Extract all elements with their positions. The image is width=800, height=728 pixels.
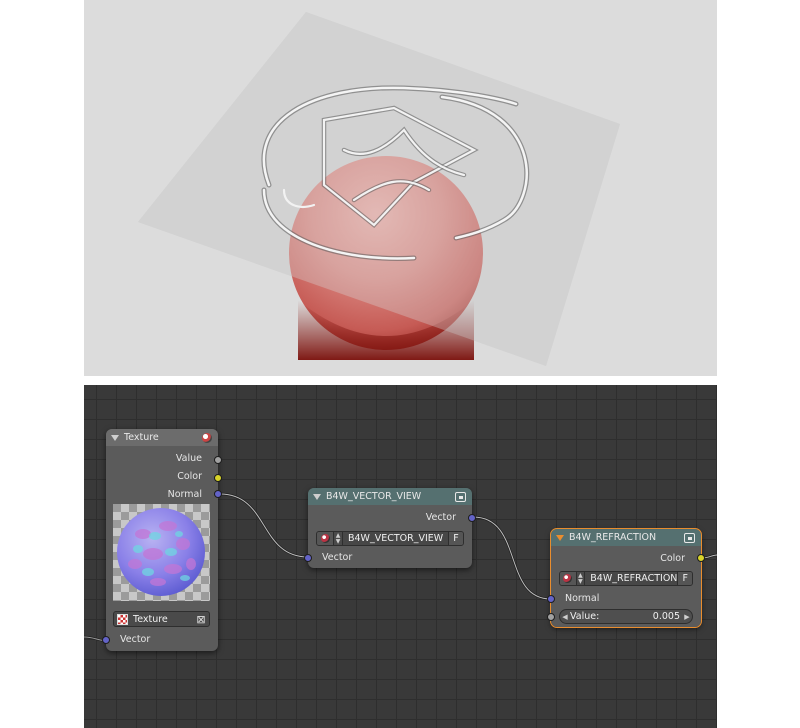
node-title: B4W_VECTOR_VIEW	[326, 491, 422, 502]
browse-arrows-icon[interactable]: ▲ ▼	[334, 532, 343, 545]
value-number[interactable]: 0.005	[653, 611, 680, 622]
node-group-icon[interactable]	[684, 532, 695, 543]
value-label: Value:	[570, 611, 600, 622]
output-socket-vector[interactable]	[468, 514, 476, 522]
texture-node-header[interactable]: Texture	[106, 429, 218, 446]
vector-view-node-header[interactable]: B4W_VECTOR_VIEW	[308, 488, 472, 505]
group-name[interactable]: B4W_REFRACTION	[585, 572, 678, 585]
texture-checker-icon	[117, 613, 128, 625]
input-socket-vector[interactable]	[304, 554, 312, 562]
refraction-render	[138, 12, 620, 366]
output-label-value: Value	[175, 453, 202, 464]
node-tree-icon	[560, 572, 577, 585]
unlink-x-icon[interactable]: ⊠	[193, 613, 209, 626]
node-tree-icon	[317, 532, 334, 545]
texture-preview-image	[113, 504, 210, 601]
texture-node[interactable]: Texture Value Color Normal Texture ⊠ Vec…	[102, 429, 222, 651]
texture-preview-icon[interactable]	[202, 432, 212, 443]
node-group-selector[interactable]: ▲ ▼ B4W_REFRACTION F	[559, 571, 693, 586]
collapse-arrow-icon[interactable]	[111, 434, 119, 441]
value-slider[interactable]: ◀ Value: 0.005 ▶	[559, 609, 693, 624]
collapse-arrow-icon[interactable]	[556, 534, 564, 541]
collapse-arrow-icon[interactable]	[313, 493, 321, 500]
input-socket-normal[interactable]	[547, 595, 555, 603]
output-socket-color[interactable]	[697, 554, 705, 562]
output-socket-value[interactable]	[214, 456, 222, 464]
output-label-color: Color	[177, 471, 202, 482]
node-group-icon[interactable]	[455, 491, 466, 502]
output-socket-normal[interactable]	[214, 490, 222, 498]
input-label-normal: Normal	[565, 593, 600, 604]
output-label-vector: Vector	[425, 512, 456, 523]
3d-viewport[interactable]	[84, 0, 717, 376]
vector-view-node[interactable]: B4W_VECTOR_VIEW Vector ▲ ▼ B4W_VECTOR_VIE…	[304, 488, 476, 568]
fake-user-button[interactable]: F	[677, 572, 692, 585]
fake-user-button[interactable]: F	[448, 532, 463, 545]
node-title: B4W_REFRACTION	[569, 532, 657, 543]
decrement-arrow-icon[interactable]: ◀	[560, 613, 570, 621]
input-socket-vector[interactable]	[102, 636, 110, 644]
group-name[interactable]: B4W_VECTOR_VIEW	[343, 532, 448, 545]
input-socket-value[interactable]	[547, 613, 555, 621]
output-socket-color[interactable]	[214, 474, 222, 482]
input-label-vector: Vector	[120, 634, 151, 645]
node-group-selector[interactable]: ▲ ▼ B4W_VECTOR_VIEW F	[316, 531, 464, 546]
input-label-vector: Vector	[322, 552, 353, 563]
texture-name[interactable]: Texture	[133, 614, 193, 625]
texture-datablock-field[interactable]: Texture ⊠	[113, 611, 210, 627]
output-label-color: Color	[660, 553, 685, 564]
browse-arrows-icon[interactable]: ▲ ▼	[577, 572, 586, 585]
refraction-node-header[interactable]: B4W_REFRACTION	[551, 529, 701, 546]
node-editor[interactable]: Texture Value Color Normal Texture ⊠ Vec…	[84, 385, 717, 728]
increment-arrow-icon[interactable]: ▶	[682, 613, 692, 621]
node-title: Texture	[124, 432, 159, 443]
output-label-normal: Normal	[167, 489, 202, 500]
refraction-node[interactable]: B4W_REFRACTION Color ▲ ▼ B4W_REFRACTION F…	[547, 528, 705, 628]
